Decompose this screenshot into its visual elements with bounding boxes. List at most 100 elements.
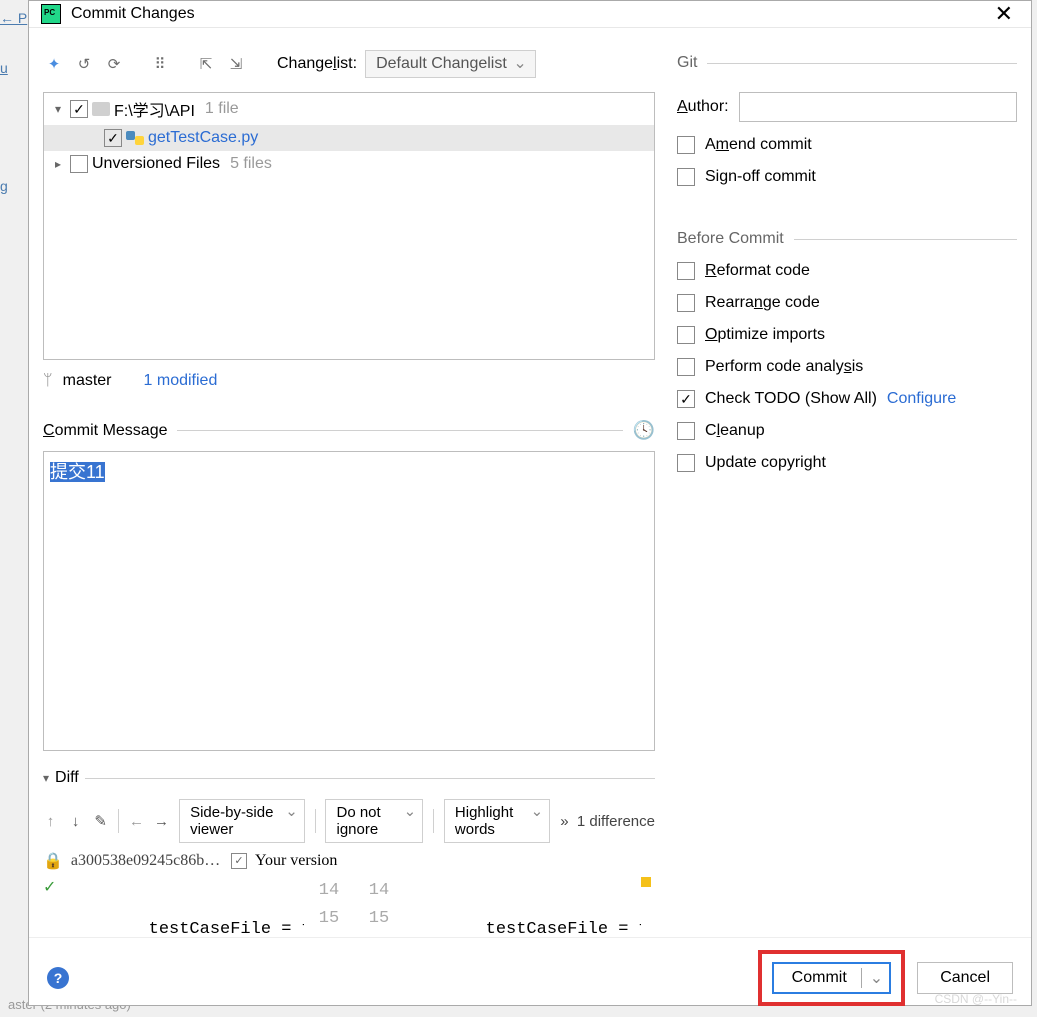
amend-checkbox[interactable] — [677, 136, 695, 154]
diff-label: Diff — [55, 769, 79, 787]
author-input[interactable] — [739, 92, 1017, 122]
bg-text: ← P — [0, 10, 27, 26]
signoff-label: Sign-off commit — [705, 168, 816, 186]
diff-collapse-icon[interactable]: ▾ — [43, 771, 49, 785]
diff-header: ▾ Diff — [43, 769, 655, 787]
diff-versions-row: 🔒 a300538e09245c86b0d563c925b8e9b1b71ec6… — [43, 851, 655, 871]
optimize-checkbox[interactable] — [677, 326, 695, 344]
before-commit-title: Before Commit — [677, 230, 1017, 248]
branch-name: master — [63, 372, 112, 390]
author-row: Author: — [677, 92, 1017, 122]
cleanup-label: Cleanup — [705, 422, 765, 440]
history-icon[interactable]: 🕓 — [633, 420, 655, 441]
modified-link[interactable]: 1 modified — [144, 372, 218, 390]
reformat-checkbox[interactable] — [677, 262, 695, 280]
rearrange-label: Rearrange code — [705, 294, 820, 312]
unversioned-label: Unversioned Files — [92, 155, 220, 173]
reformat-label: Reformat code — [705, 262, 810, 280]
bg-text: u — [0, 60, 8, 76]
edit-icon[interactable]: ✎ — [93, 810, 108, 832]
cleanup-checkbox[interactable] — [677, 422, 695, 440]
dialog-footer: ? Commit ⌄ Cancel — [29, 937, 1031, 1017]
commit-message-header: Commit Message 🕓 — [43, 420, 655, 441]
right-code[interactable]: testCaseFile = file print(testCaseFile) — [404, 877, 641, 937]
gutter: ✓ — [43, 877, 67, 937]
code-line: testCaseFile = fi — [67, 915, 304, 937]
branch-icon: ᛘ — [43, 372, 53, 390]
back-icon[interactable]: ← — [129, 810, 144, 832]
analysis-label: Perform code analysis — [705, 358, 863, 376]
chevron-down-icon[interactable]: ⌄ — [861, 968, 883, 988]
check-ok-icon: ✓ — [43, 879, 56, 897]
commit-button[interactable]: Commit ⌄ — [772, 962, 892, 994]
ignore-select[interactable]: Do not ignore — [325, 799, 423, 843]
collapse-arrow-icon[interactable]: ▾ — [50, 102, 66, 116]
lock-icon: 🔒 — [43, 851, 63, 871]
highlight-select[interactable]: Highlight words — [444, 799, 550, 843]
refresh-icon[interactable]: ⟳ — [103, 53, 125, 75]
branch-row: ᛘ master 1 modified — [43, 372, 655, 390]
right-gutter — [641, 877, 655, 937]
tree-root-row[interactable]: ▾ F:\学习\API 1 file — [44, 93, 654, 125]
changes-toolbar: ✦ ↺ ⟳ ⠿ ⇱ ⇲ Changelist: Default Changeli… — [43, 50, 655, 78]
changes-tree[interactable]: ▾ F:\学习\API 1 file getTestCase.py ▸ Unve… — [43, 92, 655, 360]
rearrange-checkbox[interactable] — [677, 294, 695, 312]
code-line: testCaseFile = file — [404, 915, 641, 937]
commit-highlight-box: Commit ⌄ — [758, 950, 906, 1006]
diff-count: » 1 difference — [560, 813, 655, 830]
tree-unversioned-row[interactable]: ▸ Unversioned Files 5 files — [44, 151, 654, 177]
cancel-button[interactable]: Cancel — [917, 962, 1013, 994]
unversioned-checkbox[interactable] — [70, 155, 88, 173]
expand-arrow-icon[interactable]: ▸ — [50, 157, 66, 171]
folder-icon — [92, 102, 110, 116]
author-label: Author: — [677, 98, 729, 116]
changelist-select[interactable]: Default Changelist — [365, 50, 536, 78]
diff-toolbar: ↑ ↓ ✎ ← → Side-by-side viewer Do not ign… — [43, 799, 655, 843]
warning-icon — [641, 877, 651, 887]
file-name: getTestCase.py — [148, 129, 258, 147]
todo-checkbox[interactable] — [677, 390, 695, 408]
root-path: F:\学习\API — [114, 97, 195, 121]
unversioned-meta: 5 files — [230, 155, 272, 173]
changelist-label: Changelist: — [277, 55, 357, 73]
group-icon[interactable]: ⠿ — [149, 53, 171, 75]
analysis-checkbox[interactable] — [677, 358, 695, 376]
left-code[interactable]: testCaseFile = fi print(testCaseFile) — [67, 877, 304, 937]
expand-icon[interactable]: ⇱ — [195, 53, 217, 75]
pycharm-icon — [41, 4, 61, 24]
forward-icon[interactable]: → — [154, 810, 169, 832]
dialog-body: ✦ ↺ ⟳ ⠿ ⇱ ⇲ Changelist: Default Changeli… — [29, 28, 1031, 937]
commit-message-input[interactable]: 提交11 — [43, 451, 655, 751]
right-column: Git Author: Amend commit Sign-off commit… — [677, 50, 1017, 937]
pin-icon[interactable]: ✦ — [43, 53, 65, 75]
collapse-icon[interactable]: ⇲ — [225, 53, 247, 75]
copyright-label: Update copyright — [705, 454, 826, 472]
watermark: CSDN @--Yin-- — [935, 992, 1017, 1006]
amend-label: Amend commit — [705, 136, 812, 154]
prev-diff-icon[interactable]: ↑ — [43, 810, 58, 832]
line-numbers: 1415 1415 — [304, 877, 404, 937]
next-diff-icon[interactable]: ↓ — [68, 810, 83, 832]
copyright-checkbox[interactable] — [677, 454, 695, 472]
configure-link[interactable]: Configure — [887, 390, 956, 408]
viewer-select[interactable]: Side-by-side viewer — [179, 799, 305, 843]
tree-file-row[interactable]: getTestCase.py — [44, 125, 654, 151]
close-icon[interactable]: ✕ — [989, 1, 1019, 27]
commit-dialog: Commit Changes ✕ ✦ ↺ ⟳ ⠿ ⇱ ⇲ Changelist:… — [28, 0, 1032, 1006]
undo-icon[interactable]: ↺ — [73, 53, 95, 75]
revision-hash: a300538e09245c86b0d563c925b8e9b1b71ec6… — [71, 852, 223, 870]
root-meta: 1 file — [205, 100, 239, 118]
your-version-label: Your version — [255, 852, 655, 870]
left-column: ✦ ↺ ⟳ ⠿ ⇱ ⇲ Changelist: Default Changeli… — [43, 50, 655, 937]
todo-label: Check TODO (Show All) — [705, 390, 877, 408]
signoff-row: Sign-off commit — [677, 168, 1017, 186]
help-icon[interactable]: ? — [47, 967, 69, 989]
signoff-checkbox[interactable] — [677, 168, 695, 186]
file-checkbox[interactable] — [104, 129, 122, 147]
root-checkbox[interactable] — [70, 100, 88, 118]
readonly-checkbox[interactable] — [231, 853, 247, 869]
python-icon — [126, 129, 144, 147]
diff-code: ✓ testCaseFile = fi print(testCaseFile) … — [43, 877, 655, 937]
dialog-title: Commit Changes — [71, 5, 195, 23]
amend-row: Amend commit — [677, 136, 1017, 154]
